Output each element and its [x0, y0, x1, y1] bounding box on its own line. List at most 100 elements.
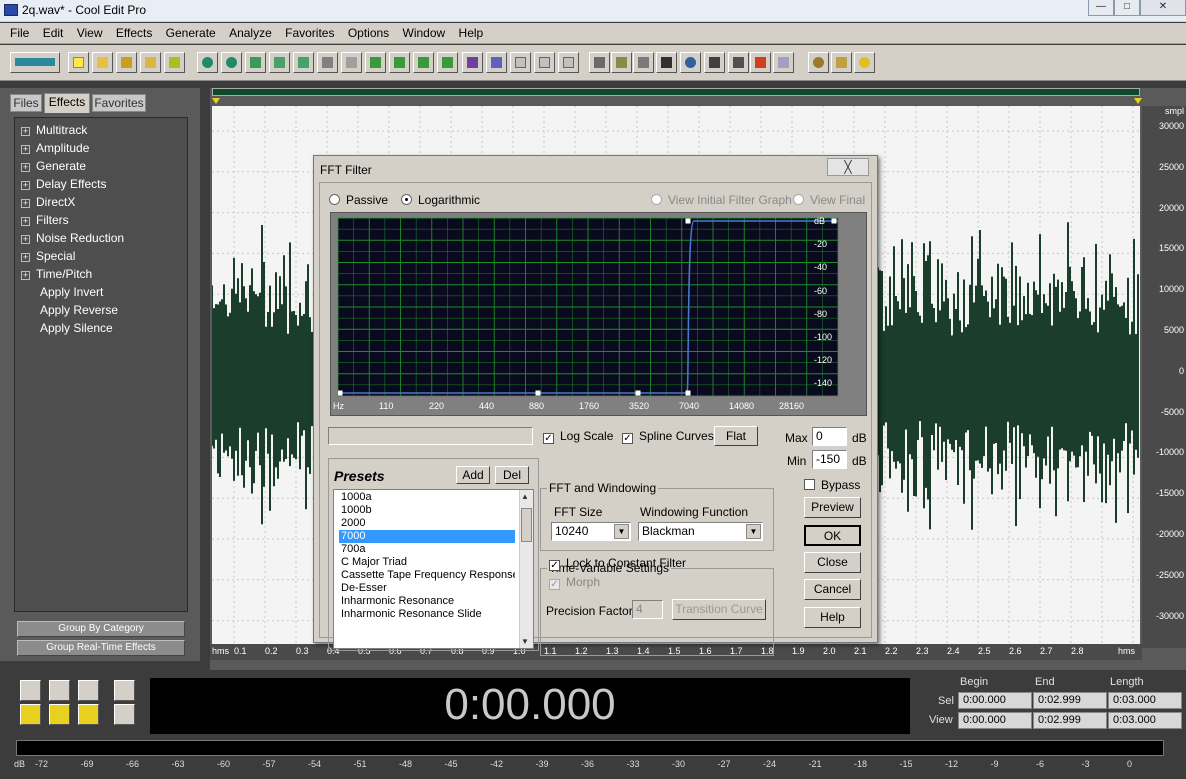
help-button[interactable]: Help [804, 607, 861, 628]
grid-icon[interactable] [510, 52, 531, 73]
tree-item[interactable]: + Multitrack [21, 122, 87, 138]
zoom-selection-icon[interactable] [78, 704, 99, 725]
overview-bar[interactable] [212, 88, 1140, 96]
tab-files[interactable]: Files [10, 94, 42, 112]
tree-item[interactable]: + Noise Reduction [21, 230, 124, 246]
zoom-full-icon[interactable] [78, 680, 99, 701]
spectrum-icon[interactable] [750, 52, 771, 73]
control-point[interactable] [635, 390, 641, 396]
cancel-button[interactable]: Cancel [804, 579, 861, 600]
tree-item[interactable]: Apply Silence [21, 320, 113, 336]
tree-item[interactable]: + Amplitude [21, 140, 89, 156]
menu-analyze[interactable]: Analyze [219, 23, 272, 40]
presets-list[interactable]: ▲ ▼ 1000a 1000b 2000 7000 700a C Major Triad C… [333, 489, 534, 649]
scroll-up-icon[interactable]: ▲ [521, 492, 529, 501]
cut-icon[interactable] [317, 52, 338, 73]
tracks-icon[interactable] [728, 52, 749, 73]
bypass-checkbox[interactable]: Bypass [804, 478, 860, 492]
play-cursor-icon[interactable] [656, 52, 677, 73]
copy-icon[interactable] [269, 52, 290, 73]
redo-icon[interactable] [221, 52, 242, 73]
expand-icon[interactable]: + [21, 217, 30, 226]
tree-item[interactable]: Apply Reverse [21, 302, 118, 318]
trim-icon[interactable] [413, 52, 434, 73]
view-length-field[interactable]: 0:03.000 [1108, 712, 1182, 729]
view-spectral-icon[interactable] [611, 52, 632, 73]
group-by-category-button[interactable]: Group By Category [17, 621, 185, 637]
spline-curves-checkbox[interactable]: ✓ Spline Curves [622, 429, 714, 444]
chevron-down-icon[interactable]: ▼ [746, 524, 761, 539]
expand-icon[interactable]: + [21, 181, 30, 190]
menu-help[interactable]: Help [449, 23, 484, 40]
close-window-button[interactable]: ✕ [1140, 0, 1186, 16]
filter-graph[interactable] [337, 217, 839, 397]
zoom-view-icon[interactable] [680, 52, 701, 73]
zoom-right-icon[interactable] [49, 704, 70, 725]
script-icon[interactable] [831, 52, 852, 73]
expand-icon[interactable]: + [21, 127, 30, 136]
preview-button[interactable]: Preview [804, 497, 861, 518]
preset-item[interactable]: 700a [339, 543, 515, 556]
menu-options[interactable]: Options [338, 23, 389, 40]
open-folder-icon[interactable] [92, 52, 113, 73]
undo-icon[interactable] [197, 52, 218, 73]
expand-icon[interactable]: + [21, 235, 30, 244]
grid2-icon[interactable] [534, 52, 555, 73]
control-point[interactable] [831, 218, 837, 224]
view-initial-radio[interactable]: View Initial Filter Graph [651, 193, 792, 207]
tree-item[interactable]: + Generate [21, 158, 86, 174]
copy-new-icon[interactable] [293, 52, 314, 73]
paste-new-icon[interactable] [365, 52, 386, 73]
sel-length-field[interactable]: 0:03.000 [1108, 692, 1182, 709]
lock-constant-filter-checkbox[interactable]: ✓ Lock to Constant Filter [549, 556, 686, 571]
tree-item[interactable]: + Filters [21, 212, 69, 228]
ok-button[interactable]: OK [804, 525, 861, 546]
tree-item[interactable]: + Special [21, 248, 75, 264]
envelope-icon[interactable] [462, 52, 483, 73]
delete-preset-button[interactable]: Del [495, 466, 529, 484]
timer-icon[interactable] [704, 52, 725, 73]
tree-item[interactable]: Apply Invert [21, 284, 103, 300]
control-point[interactable] [685, 390, 691, 396]
zoom-left-icon[interactable] [20, 704, 41, 725]
grid3-icon[interactable] [558, 52, 579, 73]
preset-item[interactable]: 7000 [339, 530, 515, 543]
tree-item[interactable]: + Delay Effects [21, 176, 106, 192]
preset-item[interactable]: Inharmonic Resonance Slide [339, 608, 515, 621]
help-question-icon[interactable] [854, 52, 875, 73]
save-icon[interactable] [116, 52, 137, 73]
view-begin-field[interactable]: 0:00.000 [958, 712, 1032, 729]
mix-paste-icon[interactable] [389, 52, 410, 73]
view-waveform-icon[interactable] [589, 52, 610, 73]
flat-button[interactable]: Flat [714, 426, 758, 446]
expand-icon[interactable]: + [21, 271, 30, 280]
add-preset-button[interactable]: Add [456, 466, 490, 484]
control-point[interactable] [685, 218, 691, 224]
expand-icon[interactable]: + [21, 145, 30, 154]
preset-item[interactable]: 1000a [339, 491, 515, 504]
sel-end-field[interactable]: 0:02.999 [1033, 692, 1107, 709]
preset-item[interactable]: De-Esser [339, 582, 515, 595]
control-point[interactable] [337, 390, 343, 396]
multitrack-toggle-button[interactable] [10, 52, 60, 73]
view-end-field[interactable]: 0:02.999 [1033, 712, 1107, 729]
tab-effects[interactable]: Effects [44, 93, 90, 113]
scroll-thumb[interactable] [521, 508, 532, 542]
zoom-out-vertical-icon[interactable] [114, 704, 135, 725]
group-realtime-effects-button[interactable]: Group Real-Time Effects [17, 640, 185, 656]
mix-icon[interactable] [437, 52, 458, 73]
preset-item[interactable]: Cassette Tape Frequency Response [339, 569, 515, 582]
tab-favorites[interactable]: Favorites [92, 94, 146, 112]
logarithmic-radio[interactable]: Logarithmic [401, 193, 480, 207]
control-point[interactable] [535, 390, 541, 396]
windowing-function-select[interactable]: Blackman ▼ [638, 522, 763, 541]
view-list-icon[interactable] [633, 52, 654, 73]
min-db-input[interactable]: -150 [812, 450, 847, 469]
log-scale-checkbox[interactable]: ✓ Log Scale [543, 429, 613, 444]
morph-checkbox[interactable]: ✓ Morph [549, 575, 600, 590]
save-all-icon[interactable] [164, 52, 185, 73]
menu-generate[interactable]: Generate [156, 23, 216, 40]
max-db-input[interactable]: 0 [812, 427, 847, 446]
repeat-icon[interactable] [245, 52, 266, 73]
tree-item[interactable]: + Time/Pitch [21, 266, 92, 282]
